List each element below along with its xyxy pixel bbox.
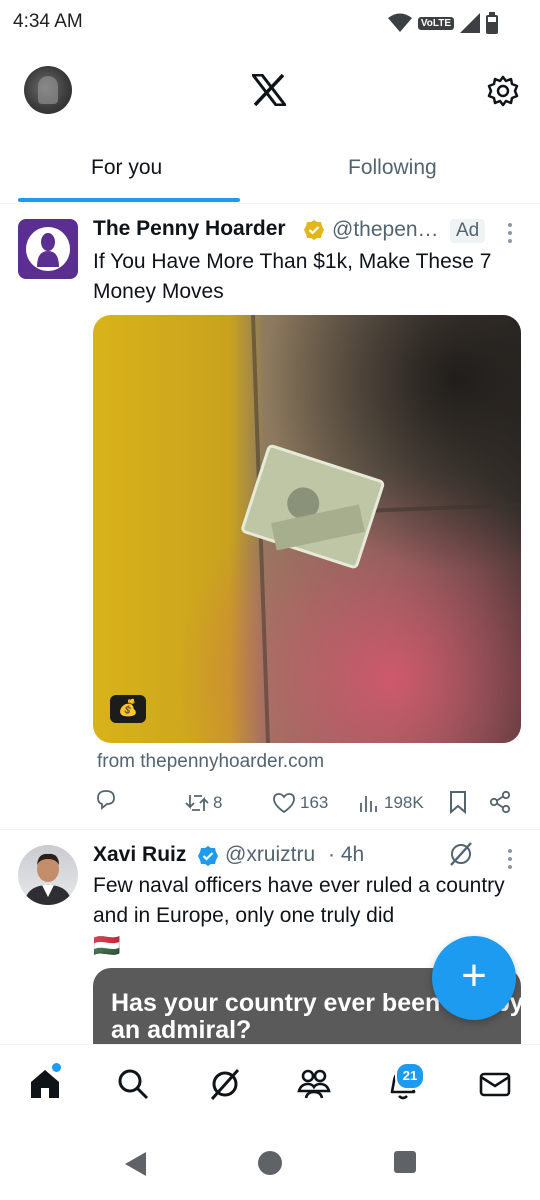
x-logo-icon[interactable] — [252, 74, 286, 106]
more-options-icon[interactable] — [508, 223, 514, 247]
tweet-text: If You Have More Than $1k, Make These 7 … — [93, 250, 492, 303]
tweet-author-handle[interactable]: @thepen… — [332, 218, 439, 242]
more-options-icon[interactable] — [508, 849, 514, 873]
tweet-divider — [0, 829, 540, 830]
tweet-media-image[interactable] — [93, 315, 521, 743]
profile-avatar[interactable] — [24, 66, 72, 114]
views-count: 198K — [384, 793, 424, 812]
repost-icon — [185, 795, 209, 811]
tweet-time: · 4h — [328, 843, 365, 866]
battery-icon — [486, 12, 498, 34]
status-bar: 4:34 AM VoLTE — [0, 0, 540, 48]
messages-icon[interactable] — [478, 1067, 512, 1101]
like-button[interactable]: 163 — [272, 788, 328, 818]
verified-gold-icon — [304, 220, 324, 240]
share-icon[interactable] — [488, 790, 512, 814]
grok-icon[interactable] — [208, 1067, 242, 1101]
back-icon[interactable] — [122, 1150, 150, 1178]
author-avatar[interactable] — [18, 845, 78, 905]
silhouette-icon — [37, 233, 59, 267]
heart-icon — [273, 793, 295, 814]
search-icon[interactable] — [116, 1067, 150, 1101]
link-source[interactable]: from thepennyhoarder.com — [97, 751, 324, 773]
home-circle-icon[interactable] — [257, 1150, 283, 1176]
signal-icon — [460, 13, 480, 33]
recents-icon[interactable] — [394, 1151, 416, 1173]
reply-button[interactable] — [95, 788, 117, 818]
bottom-navigation: 21 — [0, 1044, 540, 1129]
grok-icon[interactable] — [448, 841, 474, 867]
like-count: 163 — [300, 793, 329, 812]
views-icon — [360, 796, 377, 812]
status-time: 4:34 AM — [13, 11, 83, 32]
views-button[interactable]: 198K — [358, 788, 424, 818]
active-tab-indicator — [18, 198, 240, 202]
status-icons: VoLTE — [387, 12, 498, 34]
tweet-author-name[interactable]: The Penny Hoarder — [93, 217, 286, 241]
verified-blue-icon — [198, 846, 218, 866]
person-portrait-icon — [24, 853, 72, 905]
ad-badge: Ad — [450, 219, 486, 243]
hungary-flag: 🇭🇺 — [93, 933, 121, 958]
gear-icon[interactable] — [486, 74, 520, 108]
reply-icon — [97, 790, 115, 810]
home-icon[interactable] — [28, 1067, 62, 1101]
tab-for-you[interactable]: For you — [91, 156, 162, 180]
tab-following[interactable]: Following — [348, 156, 437, 180]
home-new-dot — [52, 1063, 61, 1072]
notification-count-badge: 21 — [395, 1062, 425, 1090]
wifi-icon — [387, 13, 412, 32]
repost-count: 8 — [213, 793, 223, 812]
tweet-author-name[interactable]: Xavi Ruiz — [93, 843, 186, 867]
plus-icon: + — [461, 951, 487, 1000]
tweet-text: Few naval officers have ever ruled a cou… — [93, 874, 505, 927]
money-bag-icon: 💰 — [110, 695, 146, 723]
repost-button[interactable]: 8 — [185, 788, 222, 818]
volte-badge: VoLTE — [417, 16, 454, 30]
timeline-tabs: For you Following — [0, 140, 540, 204]
advertiser-avatar[interactable] — [18, 219, 78, 279]
cash-on-pavement-image — [93, 315, 521, 743]
bookmark-icon[interactable] — [448, 790, 468, 814]
compose-post-button[interactable]: + — [432, 936, 516, 1020]
system-navigation-bar — [0, 1128, 540, 1200]
tweet-author-handle[interactable]: @xruiztru — [225, 843, 315, 867]
communities-icon[interactable] — [297, 1067, 331, 1101]
